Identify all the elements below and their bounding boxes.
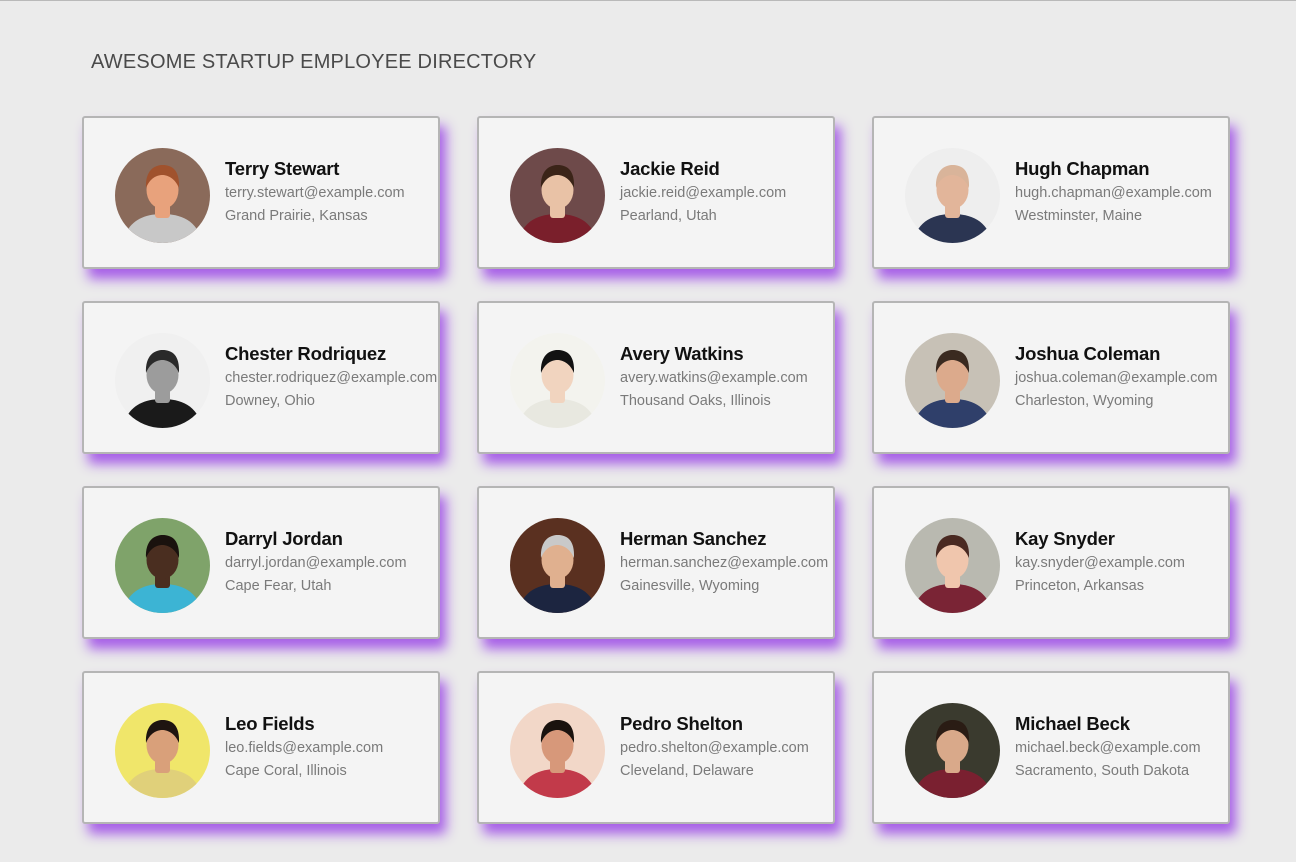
employee-photo — [115, 148, 210, 243]
employee-info: Pedro Shelton pedro.shelton@example.com … — [620, 713, 809, 780]
employee-email: joshua.coleman@example.com — [1015, 370, 1218, 386]
employee-location: Cleveland, Delaware — [620, 763, 754, 779]
employee-avatar — [905, 518, 1000, 613]
employee-card[interactable]: Avery Watkins avery.watkins@example.com … — [477, 301, 835, 454]
employee-avatar — [115, 518, 210, 613]
employee-name: Darryl Jordan — [225, 528, 343, 549]
employee-card[interactable]: Kay Snyder kay.snyder@example.com Prince… — [872, 486, 1230, 639]
employee-grid: Terry Stewart terry.stewart@example.com … — [82, 116, 1230, 824]
employee-location: Grand Prairie, Kansas — [225, 208, 368, 224]
employee-email: michael.beck@example.com — [1015, 740, 1201, 756]
employee-card[interactable]: Chester Rodriquez chester.rodriquez@exam… — [82, 301, 440, 454]
employee-email: chester.rodriquez@example.com — [225, 370, 438, 386]
employee-location: Thousand Oaks, Illinois — [620, 393, 771, 409]
employee-location: Princeton, Arkansas — [1015, 578, 1144, 594]
employee-email: jackie.reid@example.com — [620, 185, 787, 201]
employee-name: Michael Beck — [1015, 713, 1130, 734]
employee-name: Leo Fields — [225, 713, 315, 734]
employee-photo — [510, 703, 605, 798]
employee-info: Herman Sanchez herman.sanchez@example.co… — [620, 528, 828, 595]
employee-name: Pedro Shelton — [620, 713, 743, 734]
employee-name: Avery Watkins — [620, 343, 744, 364]
employee-name: Hugh Chapman — [1015, 158, 1150, 179]
employee-name: Chester Rodriquez — [225, 343, 387, 364]
employee-email: darryl.jordan@example.com — [225, 555, 407, 571]
employee-avatar — [510, 518, 605, 613]
employee-avatar — [905, 333, 1000, 428]
employee-info: Jackie Reid jackie.reid@example.com Pear… — [620, 158, 786, 225]
employee-location: Downey, Ohio — [225, 393, 315, 409]
employee-card[interactable]: Leo Fields leo.fields@example.com Cape C… — [82, 671, 440, 824]
employee-card[interactable]: Michael Beck michael.beck@example.com Sa… — [872, 671, 1230, 824]
employee-location: Charleston, Wyoming — [1015, 393, 1154, 409]
employee-location: Sacramento, South Dakota — [1015, 763, 1190, 779]
employee-avatar — [510, 148, 605, 243]
employee-photo — [115, 703, 210, 798]
employee-email: hugh.chapman@example.com — [1015, 185, 1212, 201]
page-title: AWESOME STARTUP EMPLOYEE DIRECTORY — [91, 51, 537, 73]
employee-card[interactable]: Darryl Jordan darryl.jordan@example.com … — [82, 486, 440, 639]
employee-email: herman.sanchez@example.com — [620, 555, 829, 571]
employee-photo — [905, 148, 1000, 243]
employee-avatar — [115, 148, 210, 243]
employee-name: Herman Sanchez — [620, 528, 767, 549]
employee-name: Terry Stewart — [225, 158, 340, 179]
employee-name: Joshua Coleman — [1015, 343, 1161, 364]
employee-photo — [115, 518, 210, 613]
employee-photo — [510, 148, 605, 243]
employee-avatar — [510, 703, 605, 798]
employee-info: Leo Fields leo.fields@example.com Cape C… — [225, 713, 383, 780]
employee-location: Cape Coral, Illinois — [225, 763, 347, 779]
employee-email: terry.stewart@example.com — [225, 185, 405, 201]
employee-name: Jackie Reid — [620, 158, 720, 179]
employee-avatar — [115, 703, 210, 798]
employee-location: Gainesville, Wyoming — [620, 578, 760, 594]
employee-photo — [115, 333, 210, 428]
employee-info: Kay Snyder kay.snyder@example.com Prince… — [1015, 528, 1185, 595]
employee-avatar — [115, 333, 210, 428]
employee-card[interactable]: Terry Stewart terry.stewart@example.com … — [82, 116, 440, 269]
employee-card[interactable]: Hugh Chapman hugh.chapman@example.com We… — [872, 116, 1230, 269]
employee-photo — [905, 703, 1000, 798]
employee-info: Hugh Chapman hugh.chapman@example.com We… — [1015, 158, 1212, 225]
employee-info: Avery Watkins avery.watkins@example.com … — [620, 343, 808, 410]
employee-location: Westminster, Maine — [1015, 208, 1143, 224]
employee-location: Pearland, Utah — [620, 208, 717, 224]
employee-info: Joshua Coleman joshua.coleman@example.co… — [1015, 343, 1218, 410]
employee-photo — [905, 333, 1000, 428]
employee-name: Kay Snyder — [1015, 528, 1115, 549]
employee-info: Chester Rodriquez chester.rodriquez@exam… — [225, 343, 437, 410]
employee-photo — [905, 518, 1000, 613]
employee-avatar — [510, 333, 605, 428]
employee-card[interactable]: Herman Sanchez herman.sanchez@example.co… — [477, 486, 835, 639]
employee-email: leo.fields@example.com — [225, 740, 384, 756]
employee-email: avery.watkins@example.com — [620, 370, 808, 386]
employee-card[interactable]: Pedro Shelton pedro.shelton@example.com … — [477, 671, 835, 824]
employee-photo — [510, 518, 605, 613]
employee-email: kay.snyder@example.com — [1015, 555, 1185, 571]
employee-photo — [510, 333, 605, 428]
employee-avatar — [905, 703, 1000, 798]
employee-card[interactable]: Joshua Coleman joshua.coleman@example.co… — [872, 301, 1230, 454]
employee-info: Terry Stewart terry.stewart@example.com … — [225, 158, 405, 225]
employee-avatar — [905, 148, 1000, 243]
employee-email: pedro.shelton@example.com — [620, 740, 809, 756]
employee-info: Darryl Jordan darryl.jordan@example.com … — [225, 528, 407, 595]
employee-card[interactable]: Jackie Reid jackie.reid@example.com Pear… — [477, 116, 835, 269]
employee-location: Cape Fear, Utah — [225, 578, 332, 594]
employee-info: Michael Beck michael.beck@example.com Sa… — [1015, 713, 1201, 780]
